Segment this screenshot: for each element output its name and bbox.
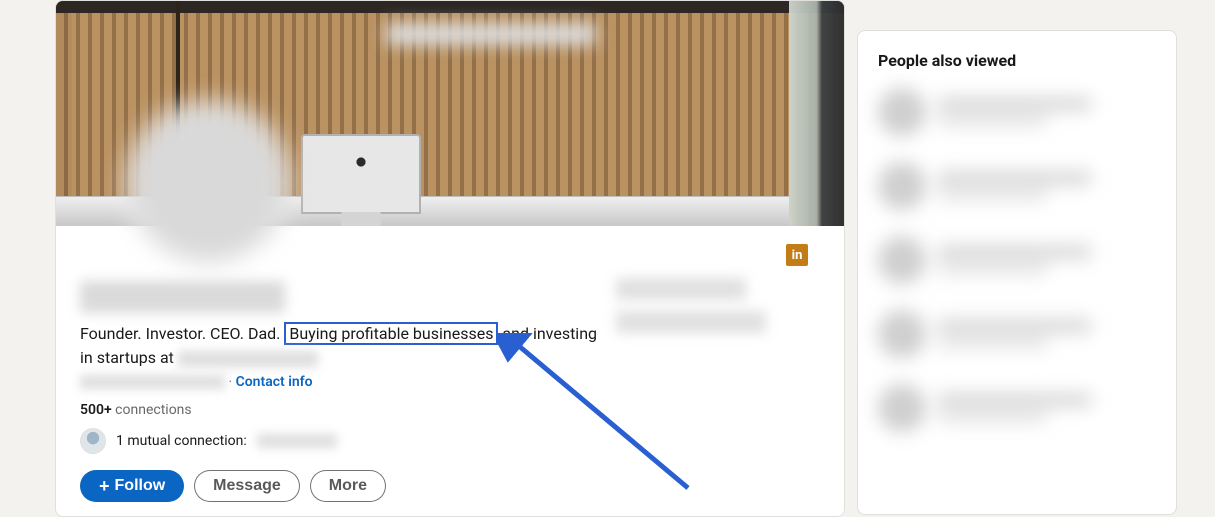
suggested-text bbox=[938, 98, 1156, 126]
mutual-connections[interactable]: 1 mutual connection: bbox=[80, 428, 820, 454]
suggested-profile[interactable] bbox=[878, 88, 1156, 136]
suggested-text bbox=[938, 320, 1156, 348]
people-also-viewed-panel: People also viewed bbox=[857, 30, 1177, 515]
connections-count[interactable]: 500+ connections bbox=[80, 402, 820, 418]
cover-monitor bbox=[301, 134, 421, 214]
suggested-avatar bbox=[878, 236, 926, 284]
follow-label: Follow bbox=[115, 477, 166, 495]
connections-label: connections bbox=[112, 402, 192, 418]
mutual-avatar-icon bbox=[80, 428, 106, 454]
suggested-profile[interactable] bbox=[878, 162, 1156, 210]
cover-monitor-base bbox=[341, 212, 381, 226]
suggested-avatar bbox=[878, 384, 926, 432]
people-also-viewed-title: People also viewed bbox=[878, 51, 1156, 70]
headline-company-blur bbox=[178, 351, 318, 367]
suggested-text bbox=[938, 394, 1156, 422]
suggested-text bbox=[938, 172, 1156, 200]
mutual-label: 1 mutual connection: bbox=[116, 433, 247, 449]
suggested-avatar bbox=[878, 162, 926, 210]
plus-icon: + bbox=[99, 477, 110, 495]
location-blur bbox=[80, 375, 225, 389]
suggested-profile[interactable] bbox=[878, 384, 1156, 432]
message-button[interactable]: Message bbox=[194, 470, 300, 502]
cover-text-blur bbox=[386, 23, 596, 45]
contact-separator: · bbox=[225, 374, 236, 390]
mutual-name-blur bbox=[257, 434, 337, 448]
connections-number: 500+ bbox=[80, 402, 112, 418]
suggested-avatar bbox=[878, 310, 926, 358]
cover-window bbox=[789, 1, 844, 226]
profile-info: Founder. Investor. CEO. Dad. Buying prof… bbox=[56, 226, 844, 517]
cover-top-trim bbox=[56, 1, 844, 13]
suggested-avatar bbox=[878, 88, 926, 136]
suggested-text bbox=[938, 246, 1156, 274]
follow-button[interactable]: + Follow bbox=[80, 470, 184, 502]
profile-headline: Founder. Investor. CEO. Dad. Buying prof… bbox=[80, 322, 600, 370]
headline-highlight: Buying profitable businesses bbox=[284, 322, 498, 345]
suggested-profile[interactable] bbox=[878, 310, 1156, 358]
more-button[interactable]: More bbox=[310, 470, 386, 502]
profile-card: in Founder. Investor. CEO. Dad. Buying p… bbox=[55, 0, 845, 517]
profile-actions: + Follow Message More bbox=[80, 470, 820, 502]
headline-before: Founder. Investor. CEO. Dad. bbox=[80, 324, 284, 343]
contact-info-link[interactable]: Contact info bbox=[236, 374, 313, 390]
suggested-profile[interactable] bbox=[878, 236, 1156, 284]
location-contact-line: · Contact info bbox=[80, 374, 820, 390]
